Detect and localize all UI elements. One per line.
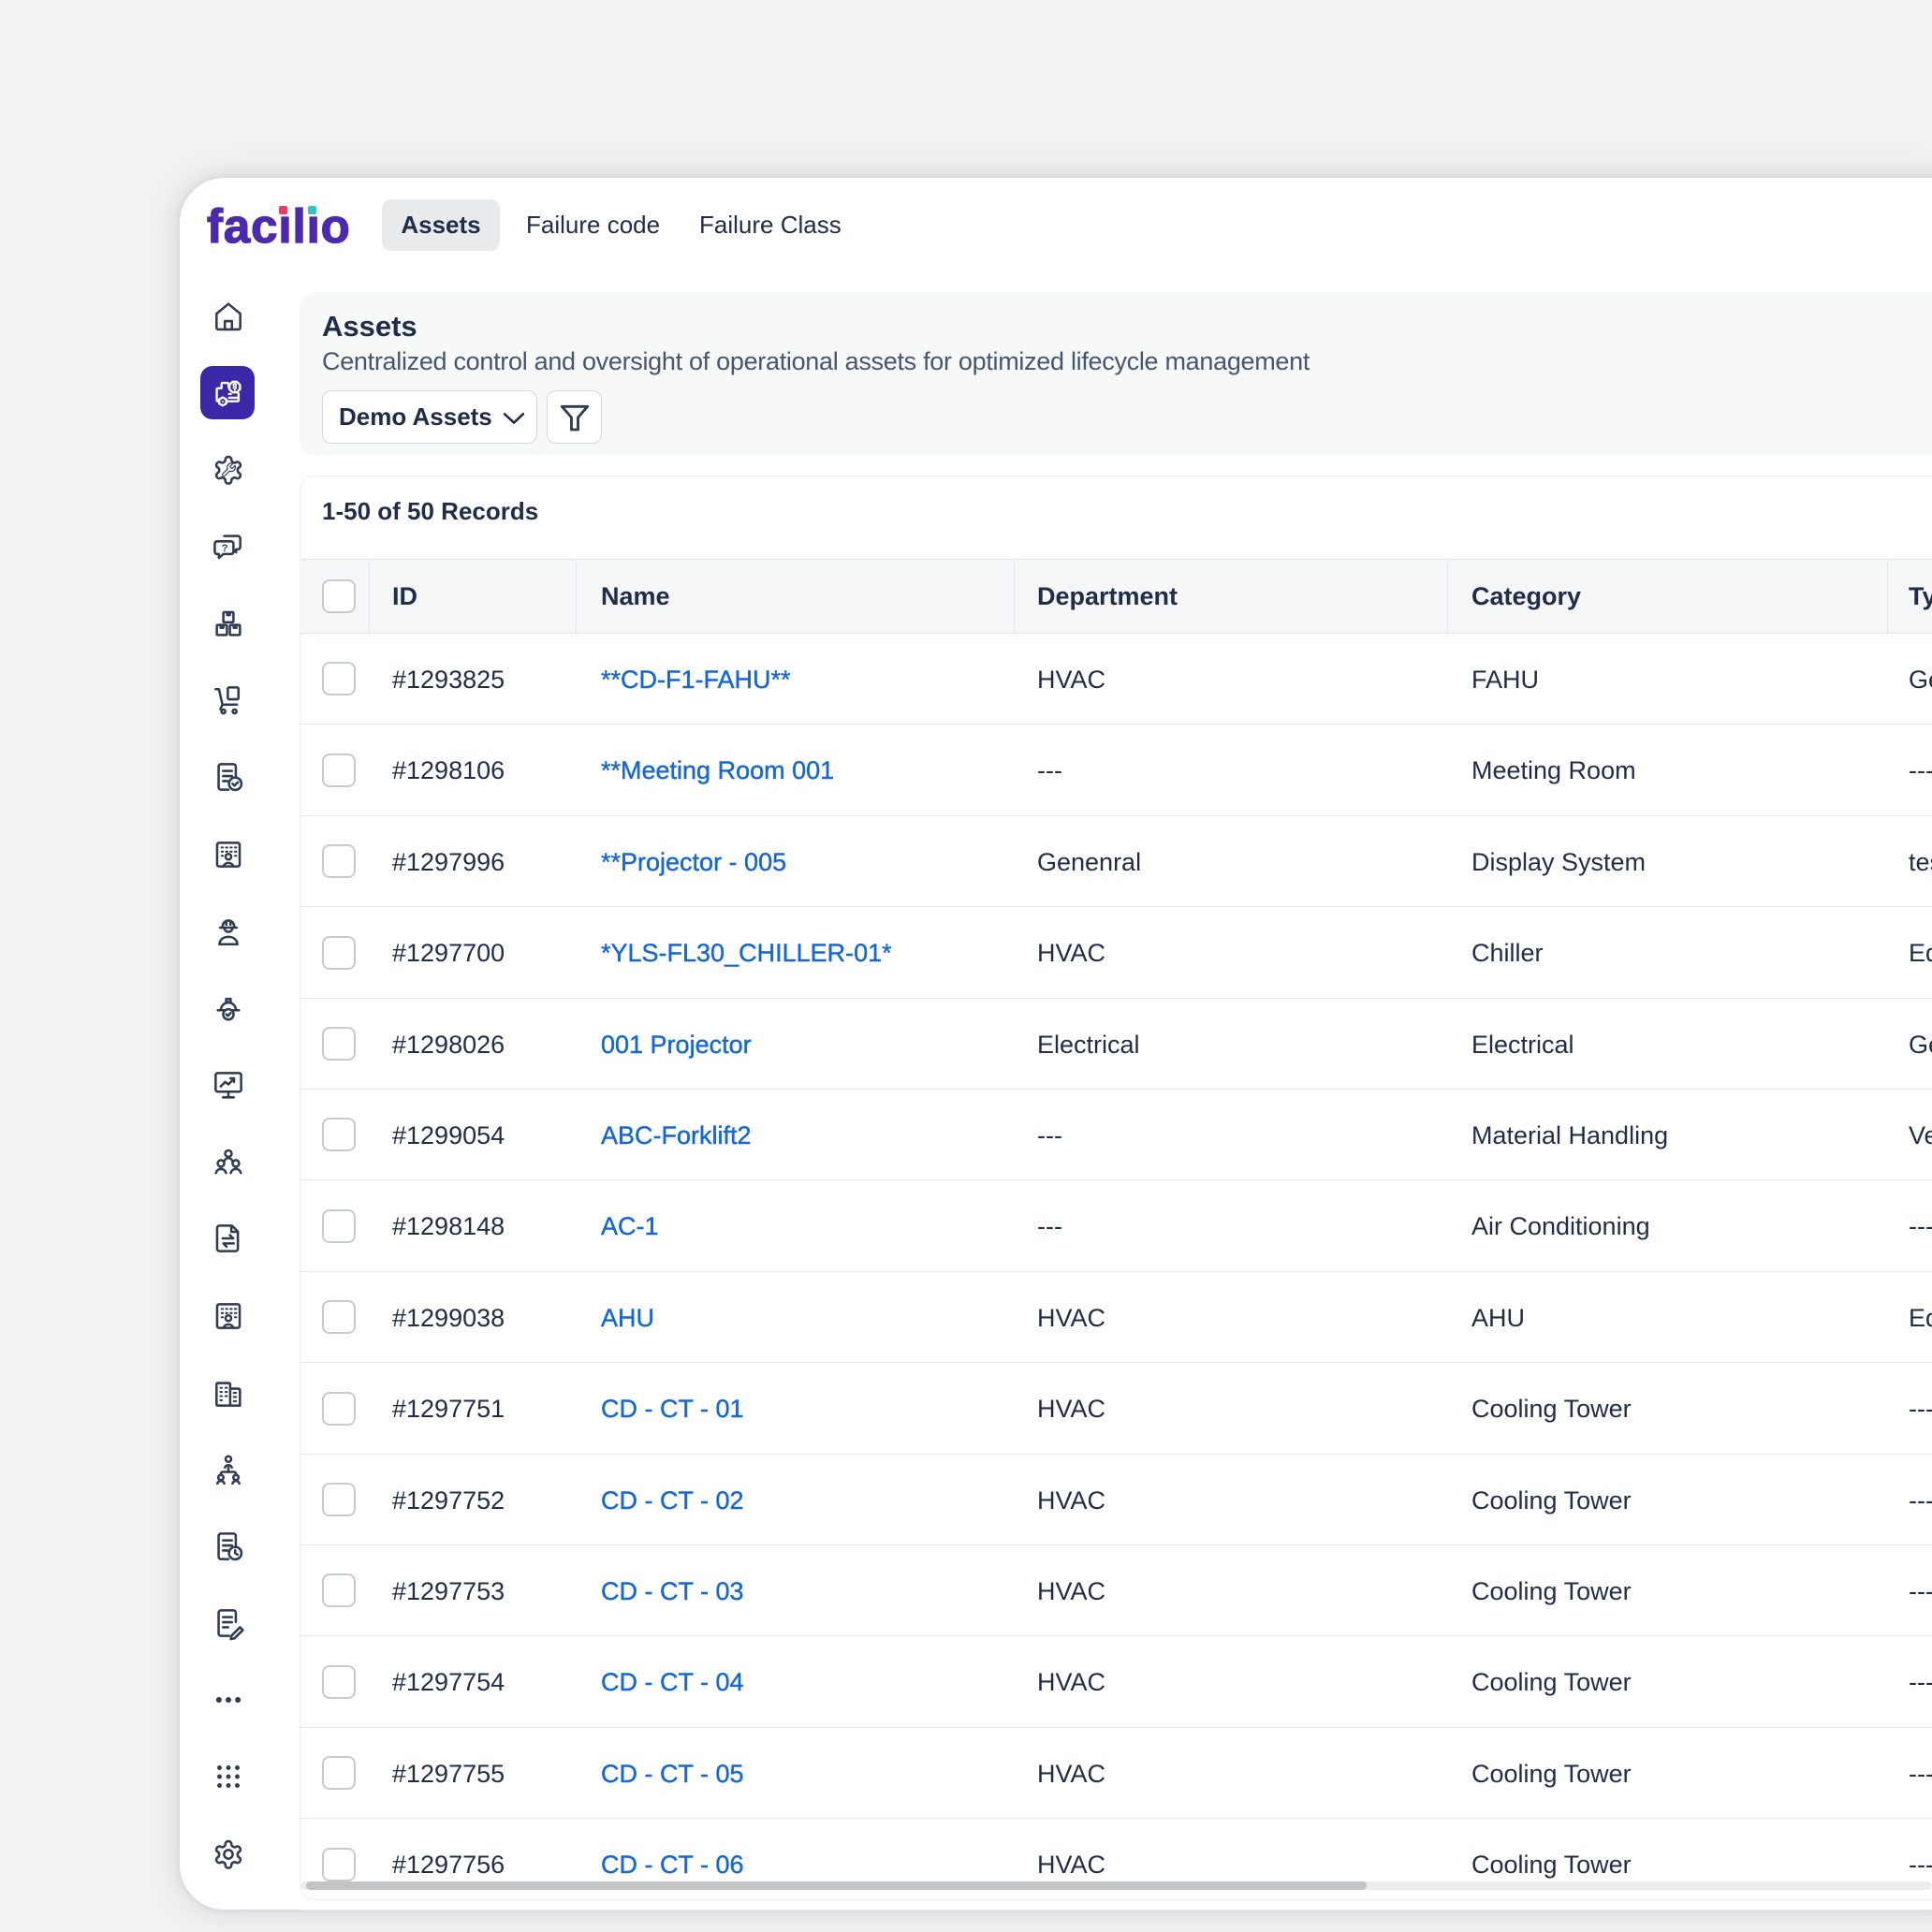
svg-text:?: ? [222, 543, 228, 554]
